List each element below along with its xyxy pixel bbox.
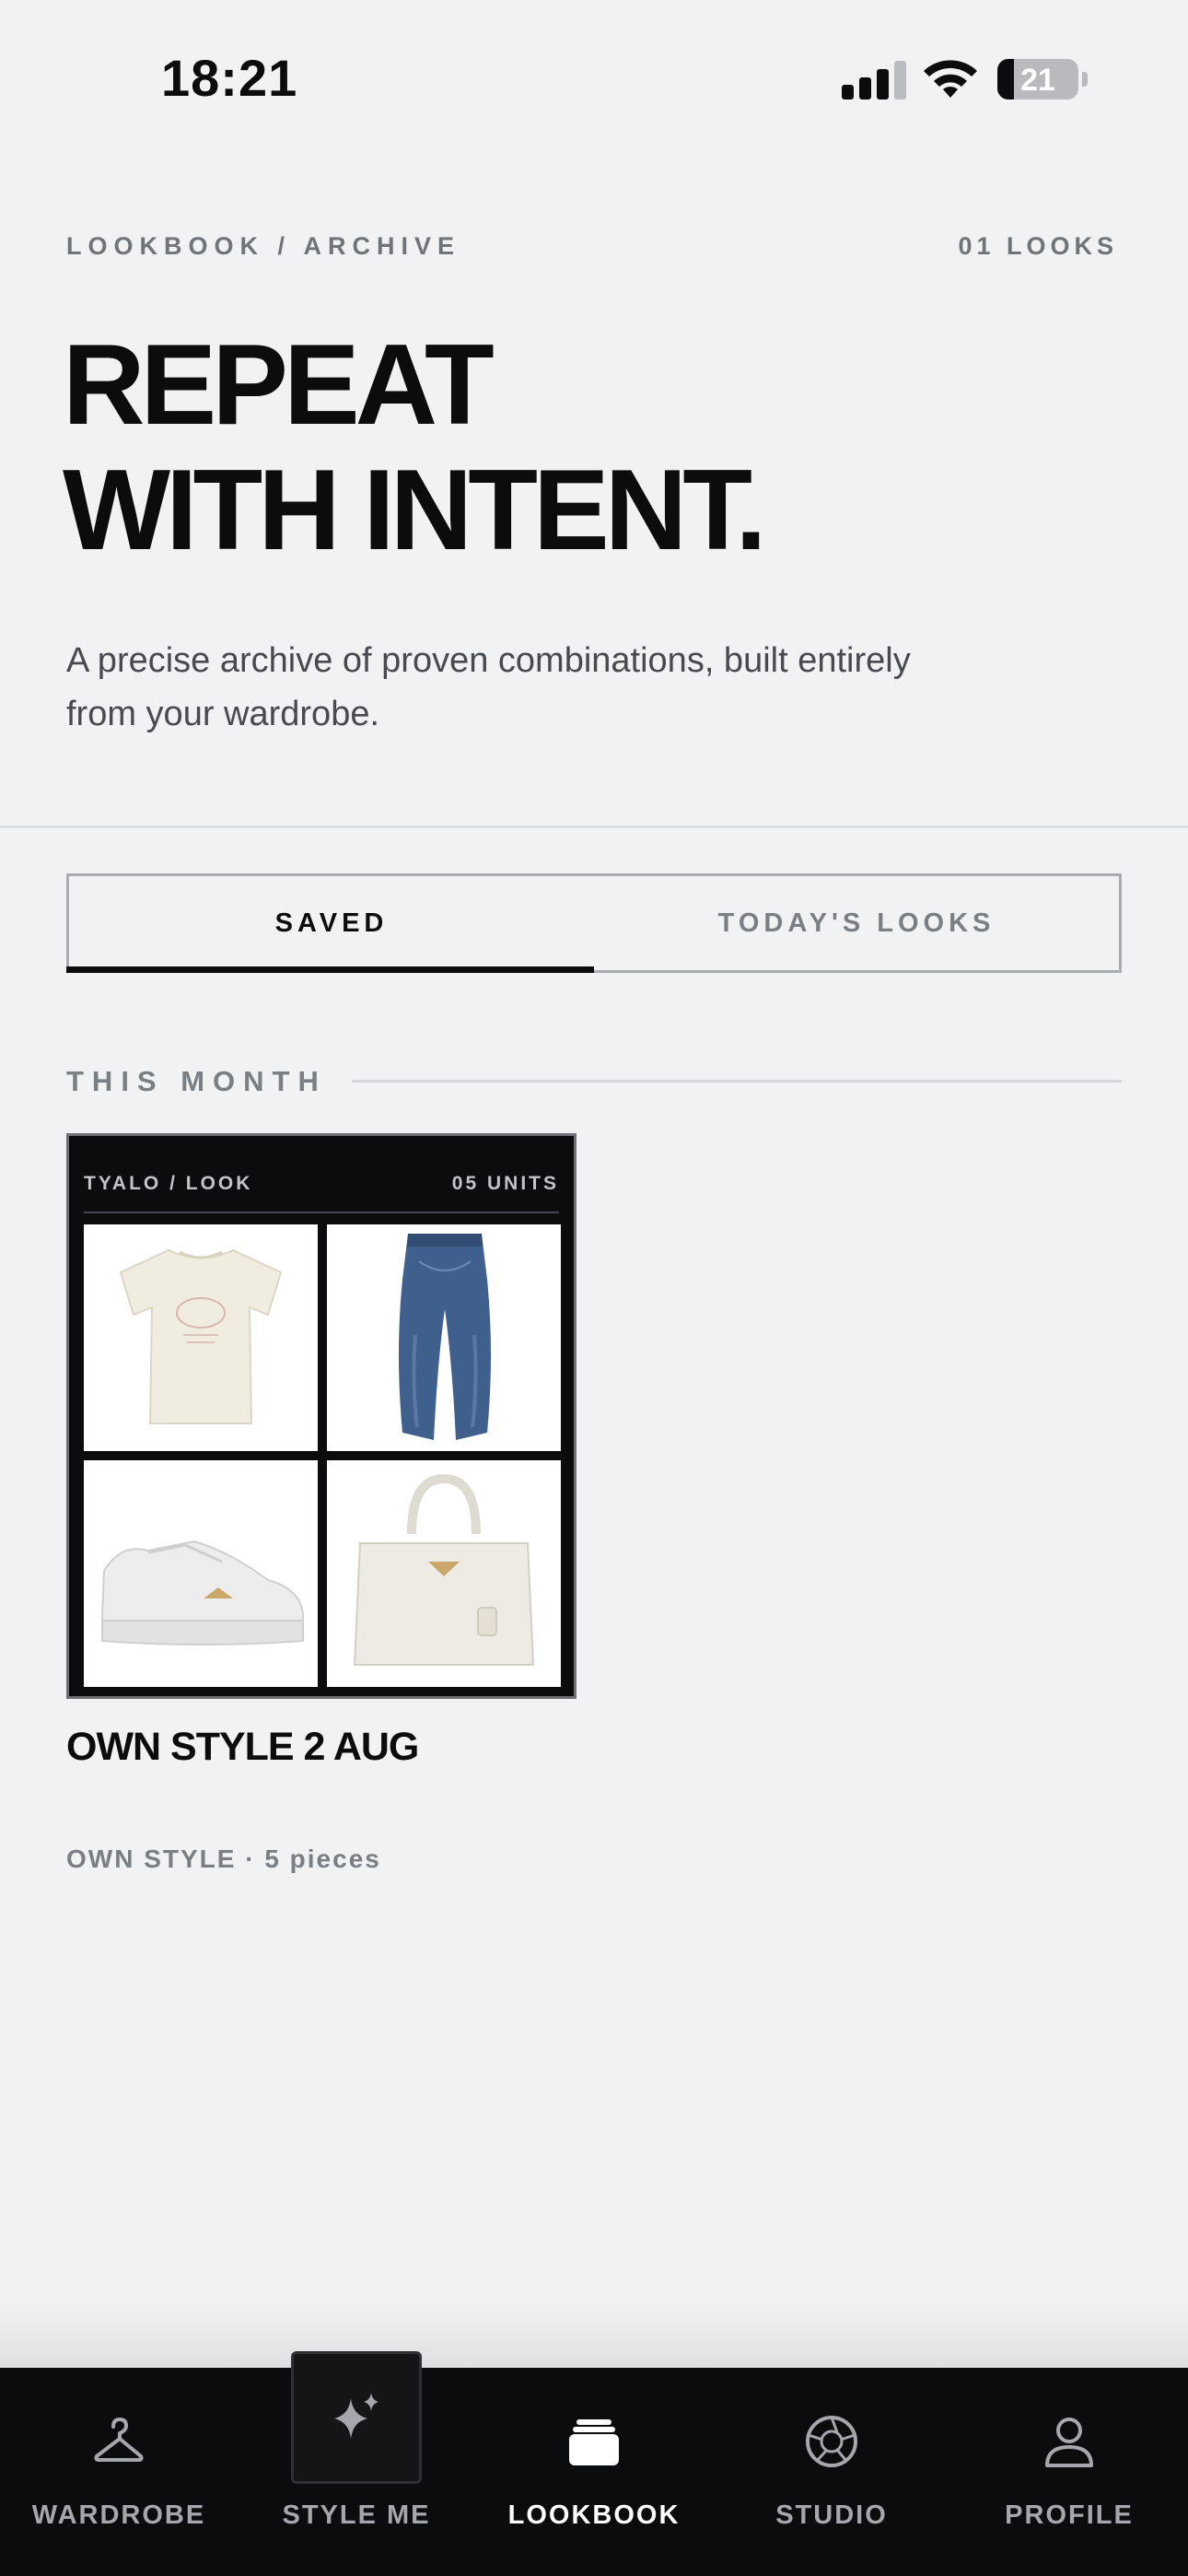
look-meta: OWN STYLE · 5 pieces [66, 1844, 381, 1873]
nav-label-wardrobe: WARDROBE [31, 2500, 206, 2530]
sparkles-icon [334, 2393, 379, 2439]
nav-item-studio[interactable]: STUDIO [713, 2368, 950, 2576]
sneakers-image [101, 1540, 304, 1645]
nav-item-lookbook[interactable]: LOOKBOOK [475, 2368, 713, 2576]
item-jeans [327, 1224, 561, 1451]
item-handbag [327, 1460, 561, 1687]
nav-label-style-me: STYLE ME [282, 2500, 431, 2530]
page-subtitle: A precise archive of proven combinations… [66, 641, 911, 733]
item-tshirt [84, 1224, 318, 1451]
lookbook-tabs: SAVED TODAY'S LOOKS [66, 873, 1122, 973]
nav-item-profile[interactable]: PROFILE [950, 2368, 1188, 2576]
tshirt-image [119, 1248, 283, 1424]
cellular-signal-icon [842, 61, 906, 100]
handbag-image [353, 1473, 535, 1666]
section-label: THIS MONTH [66, 1065, 327, 1097]
section-divider [352, 1080, 1122, 1083]
battery-icon: 21 [997, 59, 1078, 100]
nav-label-lookbook: LOOKBOOK [507, 2500, 681, 2530]
nav-label-profile: PROFILE [1005, 2500, 1134, 2530]
aperture-icon [806, 2416, 857, 2467]
status-bar: 18:21 21 [0, 0, 1188, 157]
status-time: 18:21 [161, 49, 298, 107]
bottom-nav: WARDROBE STYLE ME LOOKBOOK STUDIO PROFIL… [0, 2351, 1188, 2576]
page-title-line-2: WITH INTENT. [63, 447, 767, 574]
hanger-icon [94, 2418, 144, 2462]
tab-saved[interactable]: SAVED [66, 876, 594, 973]
nav-item-style-me[interactable]: STYLE ME [238, 2351, 475, 2576]
stack-icon [569, 2419, 619, 2465]
look-card-divider [84, 1212, 559, 1213]
tab-todays-looks[interactable]: TODAY'S LOOKS [594, 876, 1119, 970]
user-icon [1045, 2418, 1093, 2467]
page-title-line-1: REPEAT [63, 322, 495, 449]
battery-nub [1082, 72, 1088, 87]
header-divider [0, 825, 1188, 828]
look-title[interactable]: OWN STYLE 2 AUG [66, 1725, 419, 1770]
jeans-image [399, 1234, 491, 1440]
nav-shadow [0, 2303, 1188, 2370]
style-me-highlight [291, 2351, 422, 2484]
page-title: REPEAT WITH INTENT. [63, 322, 767, 574]
nav-item-wardrobe[interactable]: WARDROBE [0, 2368, 238, 2576]
look-card-brand: TYALO / LOOK [84, 1173, 253, 1194]
looks-count: 01 LOOKS [958, 232, 1118, 260]
battery-percent: 21 [1020, 63, 1055, 98]
nav-label-studio: STUDIO [775, 2500, 888, 2530]
look-card[interactable]: TYALO / LOOK 05 UNITS [66, 1133, 577, 1699]
look-card-units: 05 UNITS [451, 1173, 559, 1194]
breadcrumb: LOOKBOOK / ARCHIVE [66, 232, 461, 260]
item-sneakers [84, 1460, 318, 1687]
wifi-icon [924, 60, 977, 98]
